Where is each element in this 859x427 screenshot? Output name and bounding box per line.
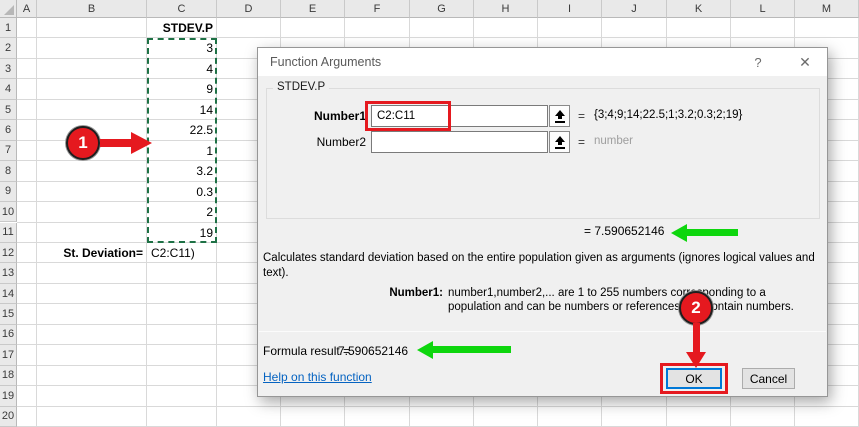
row-header-8[interactable]: 8 [0,161,17,181]
red-arrowhead-right-icon [131,132,152,154]
arg-help-line1: number1,number2,... are 1 to 255 numbers… [448,287,766,299]
row-header-13[interactable]: 13 [0,263,17,283]
number1-label: Number1 [268,109,366,123]
step-2-badge: 2 [679,291,713,325]
green-arrow-result [671,224,739,242]
cell-B12[interactable]: St. Deviation= [37,243,147,263]
annotation-highlight-box-number1 [365,101,451,131]
column-header-I[interactable]: I [538,0,602,18]
formula-result-value: 7.590652146 [338,344,408,358]
red-arrow-shaft [100,139,131,147]
row-header-2[interactable]: 2 [0,38,17,58]
row-header-9[interactable]: 9 [0,182,17,202]
number2-range-selector-button[interactable] [549,131,570,153]
red-arrowhead-down-icon [686,352,706,368]
close-icon[interactable]: ✕ [795,53,815,72]
gridline-horizontal [17,406,859,407]
row-header-1[interactable]: 1 [0,18,17,38]
column-header-J[interactable]: J [602,0,667,18]
row-header-5[interactable]: 5 [0,100,17,120]
row-header-6[interactable]: 6 [0,120,17,140]
row-header-7[interactable]: 7 [0,141,17,161]
row-header-10[interactable]: 10 [0,202,17,222]
green-arrow-shaft [685,229,738,236]
row-header-3[interactable]: 3 [0,59,17,79]
number1-equals-sign: = [578,109,585,123]
cancel-button[interactable]: Cancel [742,368,795,389]
column-header-M[interactable]: M [795,0,859,18]
number2-placeholder-value: number [594,135,633,147]
column-header-G[interactable]: G [410,0,474,18]
column-header-C[interactable]: C [147,0,217,18]
row-header-17[interactable]: 17 [0,345,17,365]
green-arrow-shaft [431,346,511,353]
gridline-vertical [36,18,37,427]
selection-marquee [147,38,217,243]
cell-C12[interactable]: C2:C11) [147,243,217,263]
number2-equals-sign: = [578,135,585,149]
arg-help-label: Number1: [338,287,443,299]
function-arguments-dialog: Function Arguments ? ✕ STDEV.P Number1 =… [257,47,828,397]
row-header-14[interactable]: 14 [0,284,17,304]
arg-help-line2: population and can be numbers or referen… [448,301,794,313]
column-header-E[interactable]: E [281,0,345,18]
collapse-dialog-icon [554,136,566,149]
step-1-badge: 1 [66,126,100,160]
formula-result-label: Formula result = [263,344,350,358]
row-header-18[interactable]: 18 [0,366,17,386]
help-on-this-function-link[interactable]: Help on this function [263,370,372,384]
row-header-20[interactable]: 20 [0,407,17,427]
row-header-15[interactable]: 15 [0,304,17,324]
function-name-label: STDEV.P [273,81,329,93]
row-header-4[interactable]: 4 [0,79,17,99]
dialog-separator [259,331,826,332]
dialog-help-button[interactable]: ? [748,53,768,72]
red-arrow-shaft [693,323,700,352]
select-all-corner[interactable] [0,0,17,18]
number2-label: Number2 [268,135,366,149]
column-header-K[interactable]: K [667,0,731,18]
column-header-H[interactable]: H [474,0,538,18]
row-header-16[interactable]: 16 [0,325,17,345]
dialog-titlebar[interactable]: Function Arguments ? ✕ [258,48,827,76]
column-header-B[interactable]: B [37,0,147,18]
number1-evaluated-value: {3;4;9;14;22.5;1;3.2;0.3;2;19} [594,109,742,121]
green-arrow-formula-result [417,341,512,359]
row-header-11[interactable]: 11 [0,223,17,243]
number1-range-selector-button[interactable] [549,105,570,127]
function-description-line2: text). [263,267,289,279]
collapse-dialog-icon [554,110,566,123]
column-header-D[interactable]: D [217,0,281,18]
column-header-A[interactable]: A [17,0,37,18]
function-description-line1: Calculates standard deviation based on t… [263,252,815,264]
excel-window: ABCDEFGHIJKLM123456789101112131415161718… [0,0,859,427]
intermediate-result: = 7.590652146 [584,224,664,238]
dialog-title: Function Arguments [270,55,381,69]
select-all-triangle-icon [4,5,14,15]
column-header-F[interactable]: F [345,0,410,18]
row-header-12[interactable]: 12 [0,243,17,263]
number2-input[interactable] [371,131,548,153]
column-header-L[interactable]: L [731,0,795,18]
cell-C1[interactable]: STDEV.P [147,18,217,38]
gridline-horizontal [17,37,859,38]
row-header-19[interactable]: 19 [0,386,17,406]
